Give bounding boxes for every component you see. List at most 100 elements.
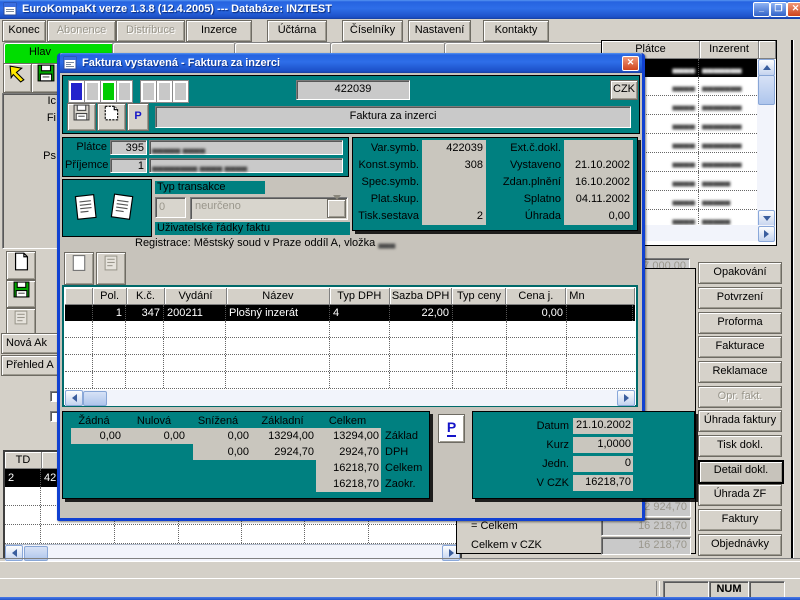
document-number-field[interactable]: 422039 xyxy=(296,80,410,100)
new-document-button[interactable] xyxy=(6,251,36,280)
detail-dokl-button[interactable]: Detail dokl. xyxy=(698,460,784,484)
tisk-dokl-button[interactable]: Tisk dokl. xyxy=(698,435,782,457)
items-header-nazev[interactable]: Název xyxy=(227,288,330,305)
back-arrow-button[interactable] xyxy=(3,63,32,93)
info-value[interactable] xyxy=(422,191,486,208)
objednavky-button[interactable]: Objednávky xyxy=(698,534,782,556)
info-value[interactable]: 308 xyxy=(422,157,486,174)
info-value[interactable]: 422039 xyxy=(422,140,486,157)
invoice-papers-icon xyxy=(73,192,101,227)
items-hscrollbar[interactable] xyxy=(65,390,635,406)
items-empty-row[interactable] xyxy=(65,338,635,355)
items-header-typ-dph[interactable]: Typ DPH xyxy=(330,288,390,305)
application-window: EuroKompaKt verze 1.3.8 (12.4.2005) --- … xyxy=(0,0,800,600)
items-header-sazba-dph[interactable]: Sazba DPH xyxy=(390,288,453,305)
summary-value: 0,00 xyxy=(123,430,185,442)
items-header-kc[interactable]: K.č. xyxy=(127,288,165,305)
menu-kontakty[interactable]: Kontakty xyxy=(483,20,549,42)
potvrzeni-button[interactable]: Potvrzení xyxy=(698,287,782,309)
currency-button[interactable]: CZK xyxy=(610,80,638,100)
uhrada-faktury-button[interactable]: Úhrada faktury xyxy=(698,410,782,432)
payer-name-field[interactable]: ▄▄▄▄▄ ▄▄▄▄ xyxy=(149,140,343,155)
items-header-mn[interactable]: Mn xyxy=(566,288,635,305)
scroll-up-icon xyxy=(758,59,775,76)
list-header-inzerent[interactable]: Inzerent xyxy=(700,41,759,59)
rate-value[interactable]: 21.10.2002 xyxy=(573,418,633,434)
menu-konec[interactable]: Konec xyxy=(2,20,46,42)
total-celkem-czk-field: 16 218,70 xyxy=(601,537,691,555)
uhrada-zf-button[interactable]: Úhrada ZF xyxy=(698,484,782,506)
proforma-button[interactable]: Proforma xyxy=(698,312,782,334)
dialog-header-panel: 422039 CZK P Faktura za inzerci xyxy=(62,75,640,134)
items-header-vydani[interactable]: Vydání xyxy=(165,288,227,305)
grid-header-td[interactable]: TD xyxy=(5,452,42,469)
summary-value: 13294,00 xyxy=(316,430,379,442)
menu-uctarna[interactable]: Účtárna xyxy=(267,20,327,42)
summary-value: 2924,70 xyxy=(251,446,314,458)
chevron-down-icon xyxy=(327,199,346,218)
window-title: EuroKompaKt verze 1.3.8 (12.4.2005) --- … xyxy=(22,3,332,15)
faktury-button[interactable]: Faktury xyxy=(698,509,782,531)
summary-value: 16218,70 xyxy=(316,462,379,474)
items-header-pol[interactable]: Pol. xyxy=(93,288,126,305)
summary-value: 13294,00 xyxy=(251,430,314,442)
items-empty-row[interactable] xyxy=(65,355,635,372)
document-icon xyxy=(103,104,121,122)
info-value[interactable]: 21.10.2002 xyxy=(564,157,633,174)
restore-button[interactable]: ❐ xyxy=(770,2,787,17)
reklamace-button[interactable]: Reklamace xyxy=(698,361,782,383)
receiver-name-field[interactable]: ▄▄▄▄▄▄▄▄ ▄▄▄▄ ▄▄▄▄ xyxy=(149,158,343,173)
info-value[interactable] xyxy=(564,140,633,157)
row-notes-button xyxy=(96,252,126,285)
payer-label: Plátce xyxy=(65,141,107,153)
receiver-code-field[interactable]: 1 xyxy=(110,158,147,173)
rate-value[interactable]: 0 xyxy=(573,456,633,472)
indicator-3-icon xyxy=(101,81,116,102)
info-value[interactable]: 2 xyxy=(422,208,486,225)
items-header-typ-ceny[interactable]: Typ ceny xyxy=(452,288,506,305)
items-selected-row[interactable]: 1 347 200211 Plošný inzerát 4 22,00 0,00 xyxy=(65,305,635,321)
rate-value[interactable]: 1,0000 xyxy=(573,437,633,453)
fakturace-button[interactable]: Fakturace xyxy=(698,336,782,358)
summary-row-label: DPH xyxy=(385,446,408,458)
items-empty-row[interactable] xyxy=(65,321,635,338)
left-label-2: Fi xyxy=(38,112,56,124)
nova-akce-button[interactable]: Nová Ak xyxy=(1,333,65,354)
items-header-cena-j[interactable]: Cena j. xyxy=(506,288,566,305)
dialog-save-button[interactable] xyxy=(67,103,96,131)
save-record-button[interactable] xyxy=(6,280,36,308)
dialog-p-button[interactable]: P xyxy=(127,103,149,131)
menu-inzerce[interactable]: Inzerce xyxy=(186,20,252,42)
prehled-akci-button[interactable]: Přehled A xyxy=(1,355,65,376)
info-value[interactable]: 04.11.2002 xyxy=(564,191,633,208)
right-panel-border xyxy=(791,40,794,558)
menu-nastaveni[interactable]: Nastavení xyxy=(408,20,471,42)
dialog-close-button[interactable]: ✕ xyxy=(622,56,639,71)
items-header-row: Pol. K.č. Vydání Název Typ DPH Sazba DPH… xyxy=(65,288,635,305)
opr-fakt-button: Opr. fakt. xyxy=(698,386,782,408)
menu-distribuce: Distribuce xyxy=(116,20,185,42)
close-button[interactable]: ✕ xyxy=(787,2,800,17)
opakovani-button[interactable]: Opakování xyxy=(698,262,782,284)
grid-empty-row[interactable] xyxy=(5,525,460,544)
info-value[interactable]: 0,00 xyxy=(564,208,633,225)
list-vscrollbar[interactable] xyxy=(757,59,774,225)
summary-value: 0,00 xyxy=(187,430,249,442)
save-button-left[interactable] xyxy=(31,63,60,93)
blank-page-button[interactable] xyxy=(64,252,94,285)
minimize-button[interactable]: _ xyxy=(753,2,770,17)
payer-code-field[interactable]: 395 xyxy=(110,140,147,155)
info-value[interactable]: 16.10.2002 xyxy=(564,174,633,191)
print-p-button[interactable]: P xyxy=(438,414,465,443)
items-empty-row[interactable] xyxy=(65,372,635,389)
indicator-4-icon xyxy=(117,81,132,102)
dialog-copy-button[interactable] xyxy=(97,103,126,131)
menu-ciselniky[interactable]: Číselníky xyxy=(342,20,403,42)
dialog-titlebar[interactable]: Faktura vystavená - Faktura za inzerci ✕ xyxy=(60,53,642,73)
info-value[interactable] xyxy=(422,174,486,191)
vat-summary-panel: Žádná Nulová Snížená Základní Celkem 0,0… xyxy=(62,411,430,499)
document-type-field[interactable]: Faktura za inzerci xyxy=(155,106,631,128)
rate-value[interactable]: 16218,70 xyxy=(573,475,633,491)
scroll-left-icon xyxy=(65,390,83,406)
indicator-1-icon xyxy=(69,81,84,102)
